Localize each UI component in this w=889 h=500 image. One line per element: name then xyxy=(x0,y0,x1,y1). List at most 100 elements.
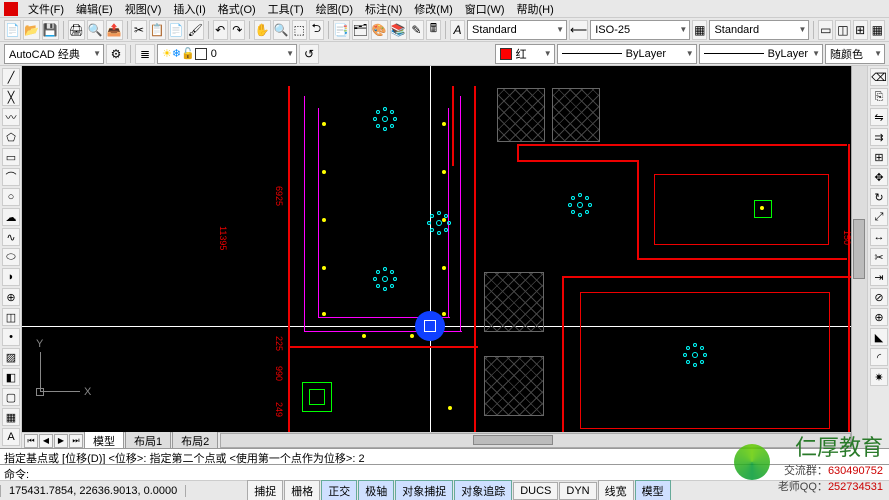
fillet-tool[interactable]: ◜ xyxy=(870,348,888,366)
dyn-toggle[interactable]: DYN xyxy=(559,482,596,500)
sheetset-button[interactable]: 📚 xyxy=(390,20,407,40)
redo-button[interactable]: ↷ xyxy=(230,20,245,40)
array-tool[interactable]: ⊞ xyxy=(870,148,888,166)
zoom-window-button[interactable]: ⬚ xyxy=(292,20,307,40)
vscrollbar[interactable] xyxy=(851,66,867,448)
workspace-select[interactable]: AutoCAD 经典 xyxy=(4,44,104,64)
properties-button[interactable]: 📑 xyxy=(333,20,350,40)
point-tool[interactable]: • xyxy=(2,328,20,346)
line-tool[interactable]: ╱ xyxy=(2,68,20,86)
lineweight-select[interactable]: ByLayer xyxy=(699,44,823,64)
paste-button[interactable]: 📄 xyxy=(168,20,185,40)
publish-button[interactable]: 📤 xyxy=(106,20,123,40)
textstyle-select[interactable]: Standard xyxy=(467,20,567,40)
new-button[interactable]: 📄 xyxy=(4,20,21,40)
plotstyle-select[interactable]: 随颜色 xyxy=(825,44,885,64)
revcloud-tool[interactable]: ☁ xyxy=(2,208,20,226)
vp-2-button[interactable]: ◫ xyxy=(835,20,850,40)
trim-tool[interactable]: ✂ xyxy=(870,248,888,266)
stretch-tool[interactable]: ↔ xyxy=(870,228,888,246)
menu-dimension[interactable]: 标注(N) xyxy=(359,0,408,19)
menu-edit[interactable]: 编辑(E) xyxy=(70,0,119,19)
zoom-button[interactable]: 🔍 xyxy=(273,20,290,40)
hatch-tool[interactable]: ▨ xyxy=(2,348,20,366)
scale-tool[interactable]: ⤢ xyxy=(870,208,888,226)
command-input[interactable]: 命令: xyxy=(0,464,889,480)
ellipse-tool[interactable]: ⬭ xyxy=(2,248,20,266)
lwt-toggle[interactable]: 线宽 xyxy=(598,480,634,500)
calc-button[interactable]: 🖩 xyxy=(426,20,441,40)
drawing-canvas[interactable]: 11395 6925 990 225 249 1145 1910 2895 25… xyxy=(22,66,851,432)
polar-toggle[interactable]: 极轴 xyxy=(358,480,394,500)
vp-3-button[interactable]: ⊞ xyxy=(853,20,868,40)
tablestyle-select[interactable]: Standard xyxy=(709,20,809,40)
save-button[interactable]: 💾 xyxy=(42,20,59,40)
menu-tools[interactable]: 工具(T) xyxy=(262,0,310,19)
linetype-select[interactable]: ByLayer xyxy=(557,44,697,64)
layer-manager-button[interactable]: ≣ xyxy=(135,44,155,64)
ellipse-arc-tool[interactable]: ◗ xyxy=(2,268,20,286)
model-toggle[interactable]: 模型 xyxy=(635,480,671,500)
menu-file[interactable]: 文件(F) xyxy=(22,0,70,19)
grid-toggle[interactable]: 栅格 xyxy=(284,480,320,500)
extend-tool[interactable]: ⇥ xyxy=(870,268,888,286)
table-tool[interactable]: ▦ xyxy=(2,408,20,426)
copy-tool[interactable]: ⎘ xyxy=(870,88,888,106)
tablestyle-icon[interactable]: ▦ xyxy=(692,20,707,40)
ducs-toggle[interactable]: DUCS xyxy=(513,482,558,500)
tool-palette-button[interactable]: 🎨 xyxy=(371,20,388,40)
color-select[interactable]: 红 xyxy=(495,44,555,64)
copy-button[interactable]: 📋 xyxy=(149,20,166,40)
pline-tool[interactable]: 〰 xyxy=(2,108,20,126)
menu-window[interactable]: 窗口(W) xyxy=(459,0,511,19)
pan-button[interactable]: ✋ xyxy=(254,20,271,40)
insert-block-tool[interactable]: ⊕ xyxy=(2,288,20,306)
make-block-tool[interactable]: ◫ xyxy=(2,308,20,326)
chamfer-tool[interactable]: ◣ xyxy=(870,328,888,346)
osnap-toggle[interactable]: 对象捕捉 xyxy=(395,480,453,500)
menu-modify[interactable]: 修改(M) xyxy=(408,0,459,19)
hscrollbar[interactable] xyxy=(220,433,851,448)
preview-button[interactable]: 🔍 xyxy=(87,20,104,40)
open-button[interactable]: 📂 xyxy=(23,20,40,40)
rotate-tool[interactable]: ↻ xyxy=(870,188,888,206)
move-tool[interactable]: ✥ xyxy=(870,168,888,186)
layer-select[interactable]: ☀❄🔓 0 xyxy=(157,44,297,64)
polygon-tool[interactable]: ⬠ xyxy=(2,128,20,146)
menu-insert[interactable]: 插入(I) xyxy=(167,0,211,19)
menu-draw[interactable]: 绘图(D) xyxy=(310,0,359,19)
menu-help[interactable]: 帮助(H) xyxy=(511,0,560,19)
explode-tool[interactable]: ✷ xyxy=(870,368,888,386)
menu-format[interactable]: 格式(O) xyxy=(212,0,262,19)
break-tool[interactable]: ⊘ xyxy=(870,288,888,306)
otrack-toggle[interactable]: 对象追踪 xyxy=(454,480,512,500)
erase-tool[interactable]: ⌫ xyxy=(870,68,888,86)
matchprop-button[interactable]: 🖌 xyxy=(187,20,204,40)
workspace-settings-button[interactable]: ⚙ xyxy=(106,44,126,64)
offset-tool[interactable]: ⇉ xyxy=(870,128,888,146)
dimstyle-icon[interactable]: ⟵ xyxy=(569,20,588,40)
circle-tool[interactable]: ○ xyxy=(2,188,20,206)
ortho-toggle[interactable]: 正交 xyxy=(321,480,357,500)
designcenter-button[interactable]: 🗂 xyxy=(352,20,369,40)
markup-button[interactable]: ✎ xyxy=(409,20,424,40)
arc-tool[interactable]: ⌒ xyxy=(2,168,20,186)
tab-last[interactable]: ⏭ xyxy=(69,434,83,448)
menu-view[interactable]: 视图(V) xyxy=(119,0,168,19)
dimstyle-select[interactable]: ISO-25 xyxy=(590,20,690,40)
tab-first[interactable]: ⏮ xyxy=(24,434,38,448)
zoom-prev-button[interactable]: ⮌ xyxy=(309,20,324,40)
rectangle-tool[interactable]: ▭ xyxy=(2,148,20,166)
print-button[interactable]: 🖨 xyxy=(68,20,85,40)
layer-prev-button[interactable]: ↺ xyxy=(299,44,319,64)
tab-next[interactable]: ▶ xyxy=(54,434,68,448)
tab-prev[interactable]: ◀ xyxy=(39,434,53,448)
cut-button[interactable]: ✂ xyxy=(131,20,146,40)
spline-tool[interactable]: ∿ xyxy=(2,228,20,246)
coordinates[interactable]: 175431.7854, 22636.9013, 0.0000 xyxy=(0,485,186,497)
mtext-tool[interactable]: A xyxy=(2,428,20,446)
mirror-tool[interactable]: ⇋ xyxy=(870,108,888,126)
vp-1-button[interactable]: ▭ xyxy=(818,20,833,40)
vp-4-button[interactable]: ▦ xyxy=(870,20,885,40)
xline-tool[interactable]: ╳ xyxy=(2,88,20,106)
